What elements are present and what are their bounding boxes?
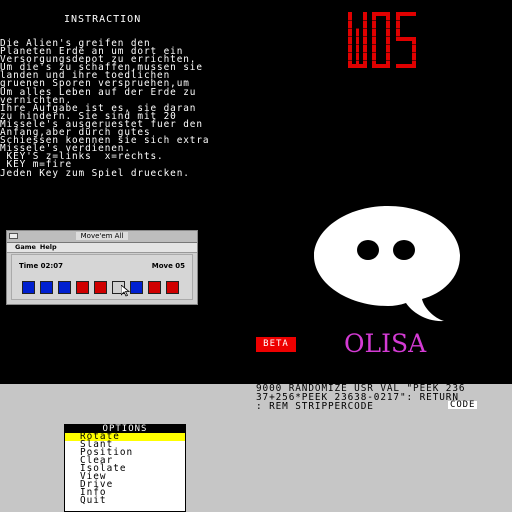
time-display: Time 02:07 [19,262,63,270]
tile-9[interactable] [166,281,179,294]
options-menu: OPTIONS Rotate Slant Position Clear Isolate V… [64,424,186,512]
beta-badge: BETA [256,337,296,352]
code-cursor-label[interactable]: CODE [448,401,478,410]
instructions-text: Die Alien's greifen den Planeten Erde an… [0,38,210,179]
speech-bubble-icon [314,206,460,322]
wos-logo [348,12,418,68]
tile-3[interactable] [58,281,71,294]
tile-1[interactable] [22,281,35,294]
game-board: Time 02:07 Move 05 [11,254,193,300]
option-quit[interactable]: Quit [65,496,185,505]
top-screen: INSTRACTION Die Alien's greifen den Plan… [0,0,512,384]
window-menubar: Game Help [7,243,197,253]
tile-row [22,281,179,294]
tile-7[interactable] [130,281,143,294]
window-title: Move'em All [75,232,129,240]
tile-5[interactable] [94,281,107,294]
mouse-pointer-icon [121,285,131,297]
move-counter: Move 05 [151,262,185,270]
olisa-label: OLISA [344,329,427,358]
move-em-all-window[interactable]: Move'em All Game Help Time 02:07 Move 05 [6,230,198,305]
instructions-title: INSTRACTION [64,14,142,25]
tile-2[interactable] [40,281,53,294]
options-list: Rotate Slant Position Clear Isolate View Drive… [65,432,185,505]
tile-8[interactable] [148,281,161,294]
tile-4[interactable] [76,281,89,294]
menu-help[interactable]: Help [40,243,57,252]
menu-game[interactable]: Game [15,243,36,252]
window-titlebar[interactable]: Move'em All [7,231,197,243]
